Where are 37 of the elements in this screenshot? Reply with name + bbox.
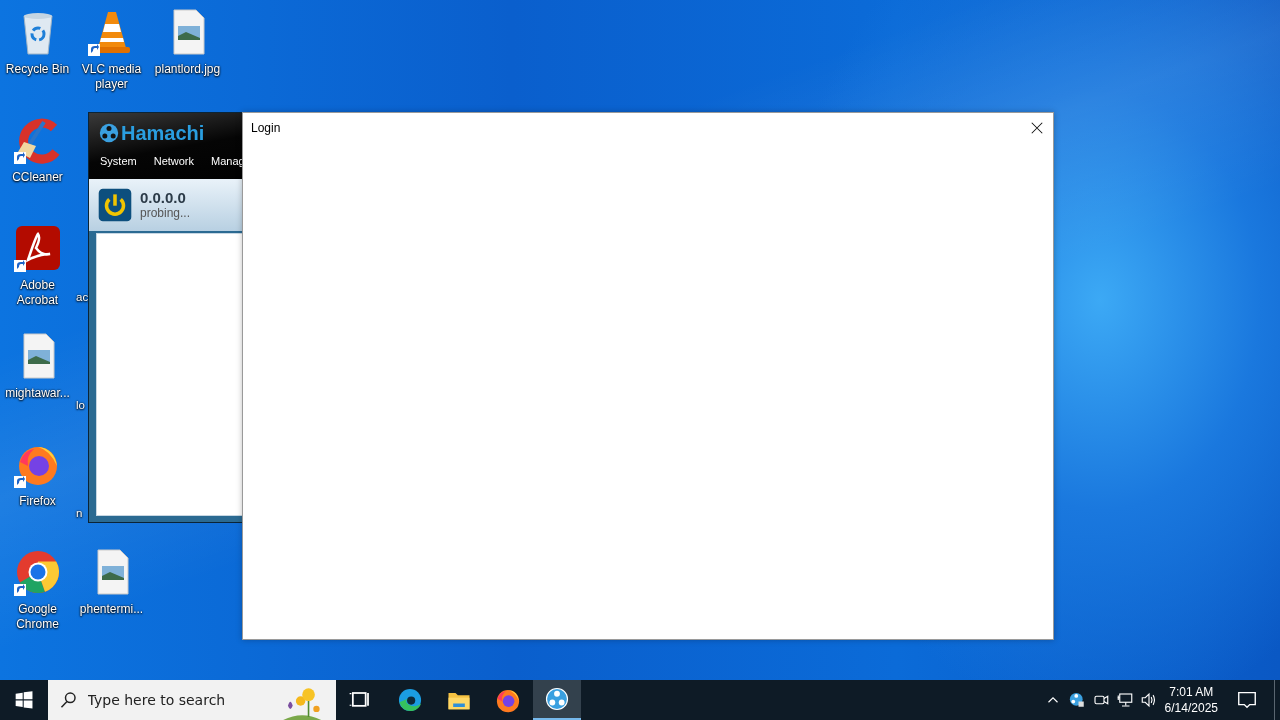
taskbar-button[interactable] [533, 680, 581, 720]
desktop-icon-label[interactable]: Google Chrome [0, 602, 75, 632]
desktop-icon-label[interactable]: CCleaner [10, 170, 65, 185]
pdf-document-icon[interactable] [13, 224, 62, 272]
status-text: probing... [140, 206, 191, 220]
desktop-icon-label[interactable]: n [76, 506, 83, 521]
desktop-icon-label[interactable]: mightawar... [3, 386, 72, 401]
volume-icon[interactable] [1139, 691, 1158, 709]
app-logo-text: Hamachi [121, 122, 205, 144]
broom-icon[interactable] [13, 116, 62, 164]
chrome-browser-icon[interactable] [13, 548, 62, 596]
clock-date: 6/14/2025 [1164, 700, 1218, 716]
notifications-icon[interactable] [1236, 689, 1258, 711]
clock[interactable]: 7:01 AM 6/14/2025 [1160, 684, 1226, 716]
hamachi-icon [543, 685, 571, 713]
hamachi-logo-icon [99, 123, 119, 143]
desktop-icon-label[interactable]: VLC media player [74, 62, 149, 92]
ip-address: 0.0.0.0 [140, 190, 187, 206]
edge-browser-icon [396, 686, 424, 714]
search-box[interactable]: Type here to search [48, 680, 336, 720]
window-title: Login [251, 121, 281, 135]
desktop-icon-label[interactable]: ac [76, 290, 89, 305]
search-icon [60, 691, 78, 709]
close-icon[interactable] [1030, 121, 1044, 135]
network-icon[interactable] [1115, 691, 1134, 709]
menu-item[interactable]: System [100, 155, 137, 167]
desktop-icon-label[interactable]: Firefox [17, 494, 58, 509]
power-button[interactable] [98, 188, 132, 222]
clock-time: 7:01 AM [1168, 684, 1215, 700]
hamachi-tray-icon[interactable] [1067, 691, 1086, 709]
search-field[interactable]: Type here to search [85, 691, 260, 709]
desktop-icon-label[interactable]: Adobe Acrobat [0, 278, 75, 308]
desktop-icon-label[interactable]: phentermi... [77, 602, 146, 617]
desktop-icon-label[interactable]: plantlord.jpg [152, 62, 223, 77]
desktop-icon-label[interactable]: lo [76, 398, 85, 413]
menu-item[interactable]: Network [153, 155, 195, 167]
desktop-icon-label[interactable]: Recycle Bin [3, 62, 72, 77]
